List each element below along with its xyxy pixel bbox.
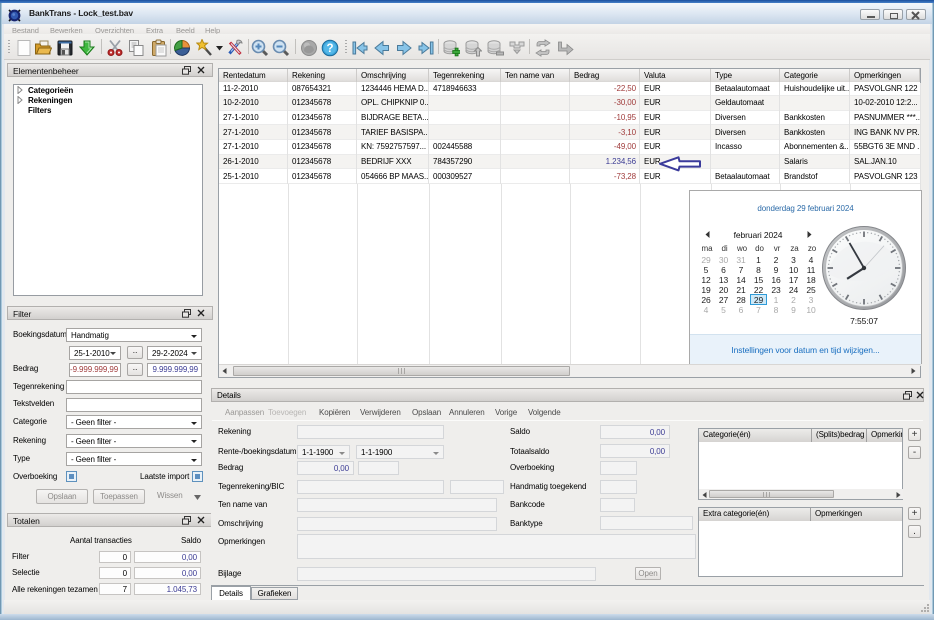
svg-text:?: ? xyxy=(327,43,334,55)
